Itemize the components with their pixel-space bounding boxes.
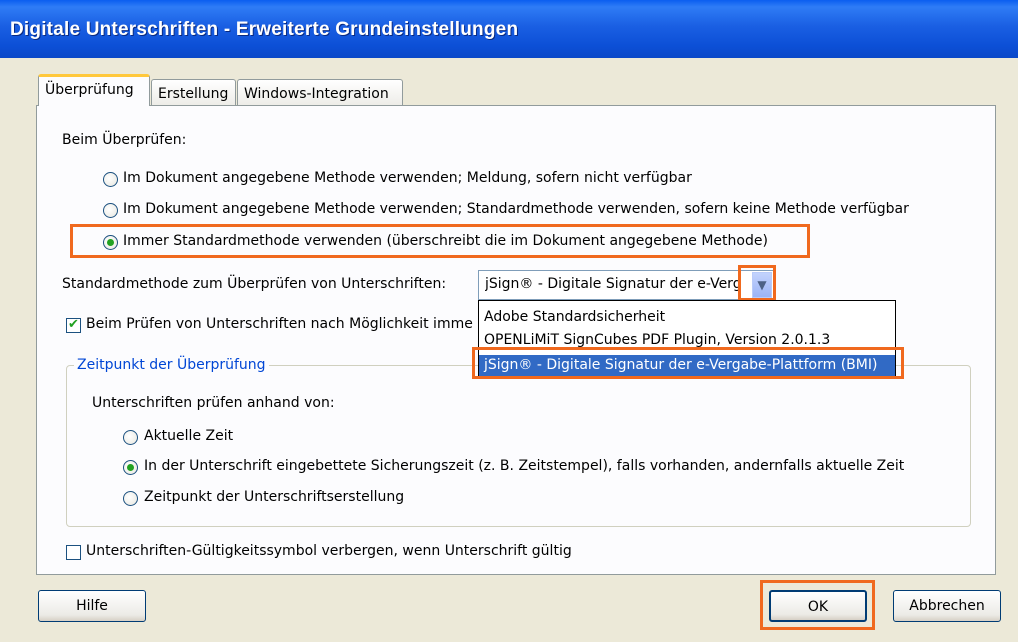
verify-option-2-label[interactable]: Im Dokument angegebene Methode verwenden…: [123, 201, 909, 217]
check-certs-checkbox[interactable]: ✔: [66, 318, 81, 333]
radio-time-current[interactable]: [123, 430, 138, 445]
default-method-label: Standardmethode zum Überprüfen von Unter…: [62, 276, 447, 292]
verify-heading: Beim Überprüfen:: [62, 132, 187, 148]
hide-icon-checkbox[interactable]: [66, 545, 81, 560]
default-method-combobox[interactable]: jSign® - Digitale Signatur der e-Vergabe…: [478, 270, 774, 300]
radio-time-embedded[interactable]: [123, 460, 138, 475]
time-creation-label[interactable]: Zeitpunkt der Unterschriftserstellung: [144, 489, 404, 505]
tab-erstellung[interactable]: Erstellung: [151, 79, 236, 107]
verify-option-1-label[interactable]: Im Dokument angegebene Methode verwenden…: [123, 170, 692, 186]
time-group-heading: Unterschriften prüfen anhand von:: [92, 395, 335, 411]
title-bar[interactable]: Digitale Unterschriften - Erweiterte Gru…: [0, 0, 1018, 58]
dropdown-option-adobe[interactable]: Adobe Standardsicherheit: [484, 309, 665, 325]
check-certs-label[interactable]: Beim Prüfen von Unterschriften nach Mögl…: [86, 316, 473, 332]
help-button[interactable]: Hilfe: [38, 590, 146, 622]
time-current-label[interactable]: Aktuelle Zeit: [144, 428, 233, 444]
radio-time-creation[interactable]: [123, 491, 138, 506]
radio-verify-option-2[interactable]: [103, 203, 118, 218]
highlight-box-verify-option: [70, 224, 810, 258]
default-method-value: jSign® - Digitale Signatur der e-Vergabe…: [485, 276, 739, 292]
highlight-box-dropdown-button: [738, 265, 776, 301]
hide-icon-label[interactable]: Unterschriften-Gültigkeitssymbol verberg…: [86, 543, 572, 559]
radio-verify-option-1[interactable]: [103, 172, 118, 187]
dropdown-option-openlimit[interactable]: OPENLiMiT SignCubes PDF Plugin, Version …: [484, 332, 830, 348]
time-group-title: Zeitpunkt der Überprüfung: [74, 357, 269, 373]
window-title: Digitale Unterschriften - Erweiterte Gru…: [10, 19, 519, 40]
highlight-box-dropdown-option: [472, 347, 904, 379]
time-embedded-label[interactable]: In der Unterschrift eingebettete Sicheru…: [144, 458, 904, 474]
highlight-box-ok-button: [760, 580, 875, 630]
tab-ueberpruefung[interactable]: Überprüfung: [38, 74, 150, 106]
tab-windows-integration[interactable]: Windows-Integration: [237, 79, 403, 107]
cancel-button[interactable]: Abbrechen: [893, 590, 1001, 622]
